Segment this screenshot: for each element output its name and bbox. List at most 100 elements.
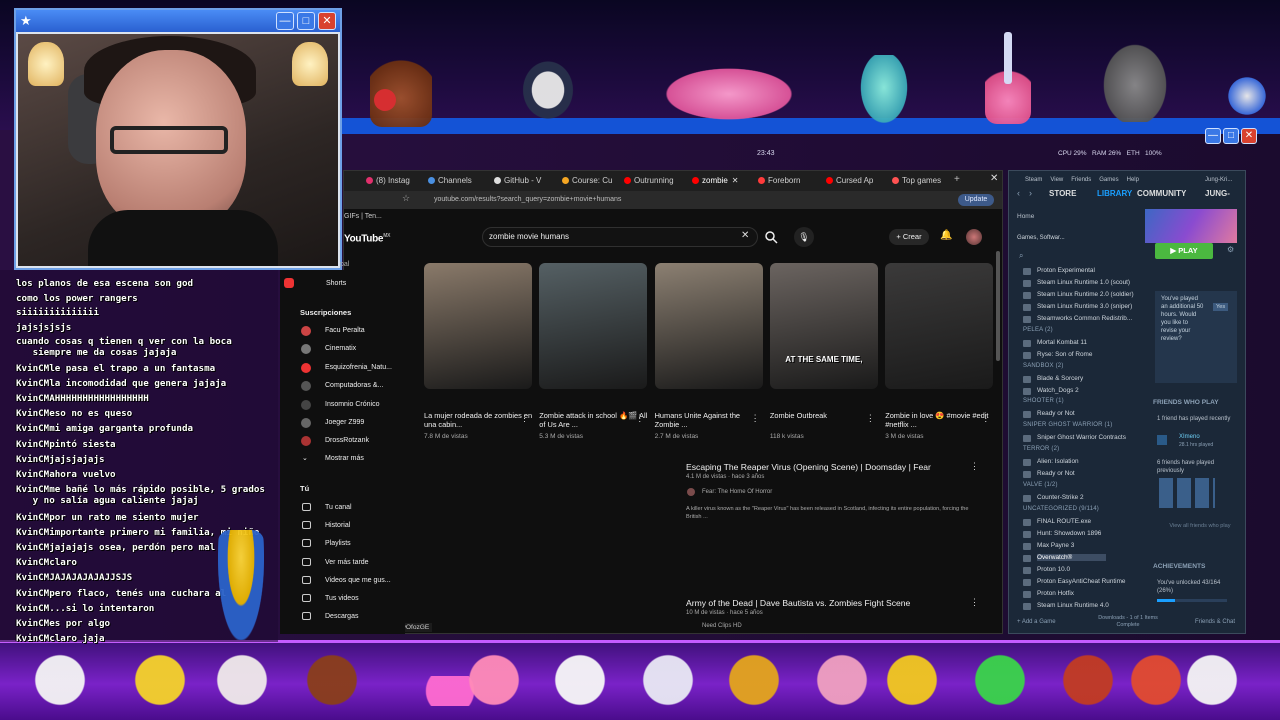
you-title[interactable]: Tú [300,484,309,493]
library-game[interactable]: Alien: Isolation [1037,458,1079,465]
short-title[interactable]: Zombie Outbreak [770,411,880,420]
sidebar-you-item[interactable]: Historial [325,522,350,529]
more-options-icon[interactable]: ⋮ [866,413,875,424]
friend-name[interactable]: XImeno [1179,434,1200,440]
sidebar-item-cut[interactable]: pal [340,261,349,268]
view-all-friends-link[interactable]: View all friends who play [1165,522,1235,530]
library-game[interactable]: Proton Hotfix [1037,590,1074,597]
microphone-icon[interactable]: 🎙 [794,227,814,247]
steam-menu-item[interactable]: Games [1099,177,1118,183]
search-input[interactable]: zombie movie humans [482,227,758,247]
webcam-maximize-button[interactable]: □ [297,12,315,30]
update-button[interactable]: Update [958,194,994,206]
chevron-down-icon[interactable]: ⌄ [302,454,308,462]
notifications-bell-icon[interactable]: 🔔 [940,230,952,241]
short-thumbnail[interactable] [654,263,763,389]
url-field[interactable]: youtube.com/results?search_query=zombie+… [434,194,834,206]
library-game[interactable]: Ryse: Son of Rome [1037,351,1092,358]
steam-home[interactable]: Home [1017,213,1034,220]
short-thumbnail[interactable]: AT THE SAME TIME, [769,263,878,389]
library-game[interactable]: Ready or Not [1037,470,1075,477]
webcam-minimize-button[interactable]: — [276,12,294,30]
library-game[interactable]: Steam Linux Runtime 1.0 (scout) [1037,279,1130,286]
library-category[interactable]: UNCATEGORIZED (9/114) [1023,506,1099,512]
sidebar-you-item[interactable]: Descargas [325,613,358,620]
new-tab-button[interactable]: + [954,174,960,185]
steam-menu-item[interactable]: Help [1127,177,1139,183]
window-close-icon[interactable]: ✕ [990,173,998,184]
bookmark-star-icon[interactable]: ☆ [402,193,410,204]
steam-username[interactable]: Jung-Kri... [1205,177,1232,183]
library-game[interactable]: Counter-Strike 2 [1037,494,1084,501]
sidebar-you-item[interactable]: Videos que me gus... [325,577,391,584]
library-game[interactable]: Overwatch® [1037,553,1107,561]
library-game[interactable]: Steam Linux Runtime 4.0 [1037,602,1109,609]
steam-menu-item[interactable]: Steam [1025,177,1042,183]
short-title[interactable]: Humans Unite Against the Zombie ... [655,411,765,429]
review-yes-button[interactable]: Yes [1213,303,1229,311]
minimize-button[interactable]: — [1205,128,1221,144]
more-options-icon[interactable]: ⋮ [520,413,529,424]
short-thumbnail[interactable] [424,263,532,389]
library-game[interactable]: Steam Linux Runtime 3.0 (sniper) [1037,303,1132,310]
tab-9[interactable]: Top games [892,173,954,189]
bookmark-label[interactable]: GIFs | Ten... [344,213,382,220]
more-options-icon[interactable]: ⋮ [981,413,990,424]
steam-nav-jung[interactable]: JUNG- [1205,189,1230,198]
more-options-icon[interactable]: ⋮ [970,461,979,472]
steam-menu-item[interactable]: Friends [1071,177,1091,183]
sidebar-you-item[interactable]: Tu canal [325,504,352,511]
library-category[interactable]: SANDBOX (2) [1023,363,1064,369]
sidebar-subscription[interactable]: Esquizofrenia_Natu... [325,364,392,371]
play-button[interactable]: ▶ PLAY [1155,243,1213,259]
library-game[interactable]: Steam Linux Runtime 2.0 (soldier) [1037,291,1134,298]
sidebar-subscription[interactable]: Computadoras &... [325,382,383,389]
short-title[interactable]: La mujer rodeada de zombies en una cabin… [424,411,534,429]
tab-1[interactable]: (8) Instag [366,173,428,189]
short-thumbnail[interactable] [539,263,648,389]
webcam-close-button[interactable]: ✕ [318,12,336,30]
library-game[interactable]: FINAL ROUTE.exe [1037,518,1091,525]
sidebar-you-item[interactable]: Playlists [325,540,351,547]
back-arrow-icon[interactable]: ‹ [1017,188,1020,198]
tab-7[interactable]: Foreborn [758,173,820,189]
short-title[interactable]: Zombie attack in school 🔥🎬 All of Us Are… [539,411,649,429]
library-game[interactable]: Watch_Dogs 2 [1037,387,1079,394]
search-icon[interactable]: ⌕ [1019,251,1023,261]
library-category[interactable]: VALVE (1/2) [1023,482,1058,488]
more-options-icon[interactable]: ⋮ [751,413,760,424]
library-category[interactable]: SHOOTER (1) [1023,398,1064,404]
subscriptions-title[interactable]: Suscripciones [300,308,351,317]
library-category[interactable]: PELEA (2) [1023,327,1053,333]
library-game[interactable]: Blade & Sorcery [1037,375,1083,382]
library-game[interactable]: Ready or Not [1037,410,1075,417]
result-channel[interactable]: Need Clips HD [702,623,742,629]
maximize-button[interactable]: □ [1223,128,1239,144]
result-title[interactable]: Army of the Dead | Dave Bautista vs. Zom… [686,598,910,608]
search-icon[interactable] [764,230,778,244]
sidebar-subscription[interactable]: Facu Peralta [325,327,365,334]
short-thumbnail[interactable] [885,263,994,389]
scrollbar[interactable] [996,251,1000,361]
sidebar-you-item[interactable]: Tus videos [325,595,359,602]
friends-chat-button[interactable]: Friends & Chat [1195,619,1235,625]
steam-nav-store[interactable]: STORE [1049,189,1076,198]
steam-nav-library[interactable]: LIBRARY [1097,189,1132,198]
sidebar-subscription[interactable]: Cinematix [325,345,356,352]
more-options-icon[interactable]: ⋮ [970,597,979,608]
library-category[interactable]: TERROR (2) [1023,446,1059,452]
tab-4[interactable]: Course: Cu [562,173,624,189]
library-game[interactable]: Max Payne 3 [1037,542,1074,549]
tab-8[interactable]: Cursed Ap [826,173,888,189]
settings-gear-icon[interactable]: ⚙ [1227,245,1234,254]
youtube-logo[interactable]: YouTubeMX [344,233,390,244]
library-game[interactable]: Hunt: Showdown 1896 [1037,530,1101,537]
create-button[interactable]: + Crear [889,229,929,245]
more-options-icon[interactable]: ⋮ [635,413,644,424]
sidebar-subscription[interactable]: Insomnio Crónico [325,401,379,408]
forward-arrow-icon[interactable]: › [1029,188,1032,198]
tab-2[interactable]: Channels [428,173,490,189]
add-game-button[interactable]: + Add a Game [1017,619,1056,625]
close-button[interactable]: ✕ [1241,128,1257,144]
library-game[interactable]: Sniper Ghost Warrior Contracts [1037,434,1126,441]
